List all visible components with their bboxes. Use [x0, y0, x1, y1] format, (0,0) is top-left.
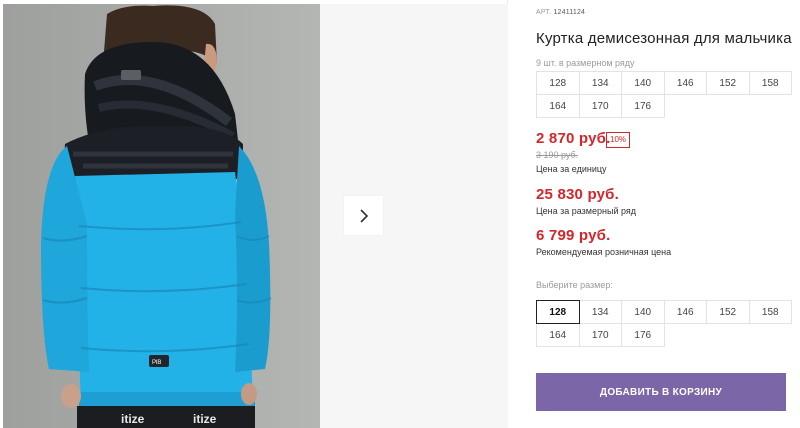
size-option-140[interactable]: 140 [621, 300, 665, 324]
row-size-cell: 158 [748, 71, 792, 95]
old-price: 3 190 руб. [536, 150, 579, 160]
add-to-cart-button[interactable]: ДОБАВИТЬ В КОРЗИНУ [536, 373, 786, 411]
product-title: Куртка демисезонная для мальчика [536, 30, 792, 47]
next-image-button[interactable] [344, 196, 383, 235]
row-size-cell: 152 [706, 71, 750, 95]
size-option-164[interactable]: 164 [536, 323, 580, 347]
size-option-128[interactable]: 128 [536, 300, 580, 324]
size-row-grid: 128 134 140 146 152 158 164 170 176 [536, 71, 792, 118]
brand-mark: PlB [152, 360, 161, 366]
size-selector: 128 134 140 146 152 158 164 170 176 [536, 300, 792, 347]
size-row-count: 9 шт. в размерном ряду [536, 58, 635, 68]
row-size-cell: 170 [578, 94, 622, 118]
row-size-cell: 164 [536, 94, 580, 118]
product-gallery: PlB itize itize [0, 0, 508, 428]
pants-print-left: itize [121, 412, 145, 426]
size-option-134[interactable]: 134 [578, 300, 622, 324]
size-option-176[interactable]: 176 [621, 323, 665, 347]
row-size-cell: 140 [621, 71, 665, 95]
row-size-cell: 176 [621, 94, 665, 118]
size-option-158[interactable]: 158 [748, 300, 792, 324]
chevron-right-icon [359, 208, 368, 223]
boy-jacket-illustration: PlB itize itize [3, 4, 320, 428]
size-row-price: 25 830 руб. [536, 186, 619, 203]
choose-size-label: Выберите размер: [536, 280, 613, 290]
recommended-retail-price-caption: Рекомендуемая розничная цена [536, 247, 672, 257]
article-label: АРТ. [536, 9, 552, 16]
unit-price: 2 870 руб. [536, 130, 611, 147]
size-option-170[interactable]: 170 [578, 323, 622, 347]
product-info-panel: АРТ. 12411124 Куртка демисезонная для ма… [508, 0, 800, 428]
discount-badge: 10% [606, 132, 631, 148]
size-option-146[interactable]: 146 [663, 300, 707, 324]
article-number: АРТ. 12411124 [536, 9, 585, 16]
row-size-cell: 128 [536, 71, 580, 95]
size-row-price-caption: Цена за размерный ряд [536, 206, 637, 216]
size-option-152[interactable]: 152 [706, 300, 750, 324]
article-value: 12411124 [553, 9, 586, 16]
recommended-retail-price: 6 799 руб. [536, 227, 611, 244]
unit-price-caption: Цена за единицу [536, 164, 607, 174]
product-photo[interactable]: PlB itize itize [3, 4, 320, 428]
row-size-cell: 134 [578, 71, 622, 95]
row-size-cell: 146 [663, 71, 707, 95]
pants-print-right: itize [193, 412, 217, 426]
